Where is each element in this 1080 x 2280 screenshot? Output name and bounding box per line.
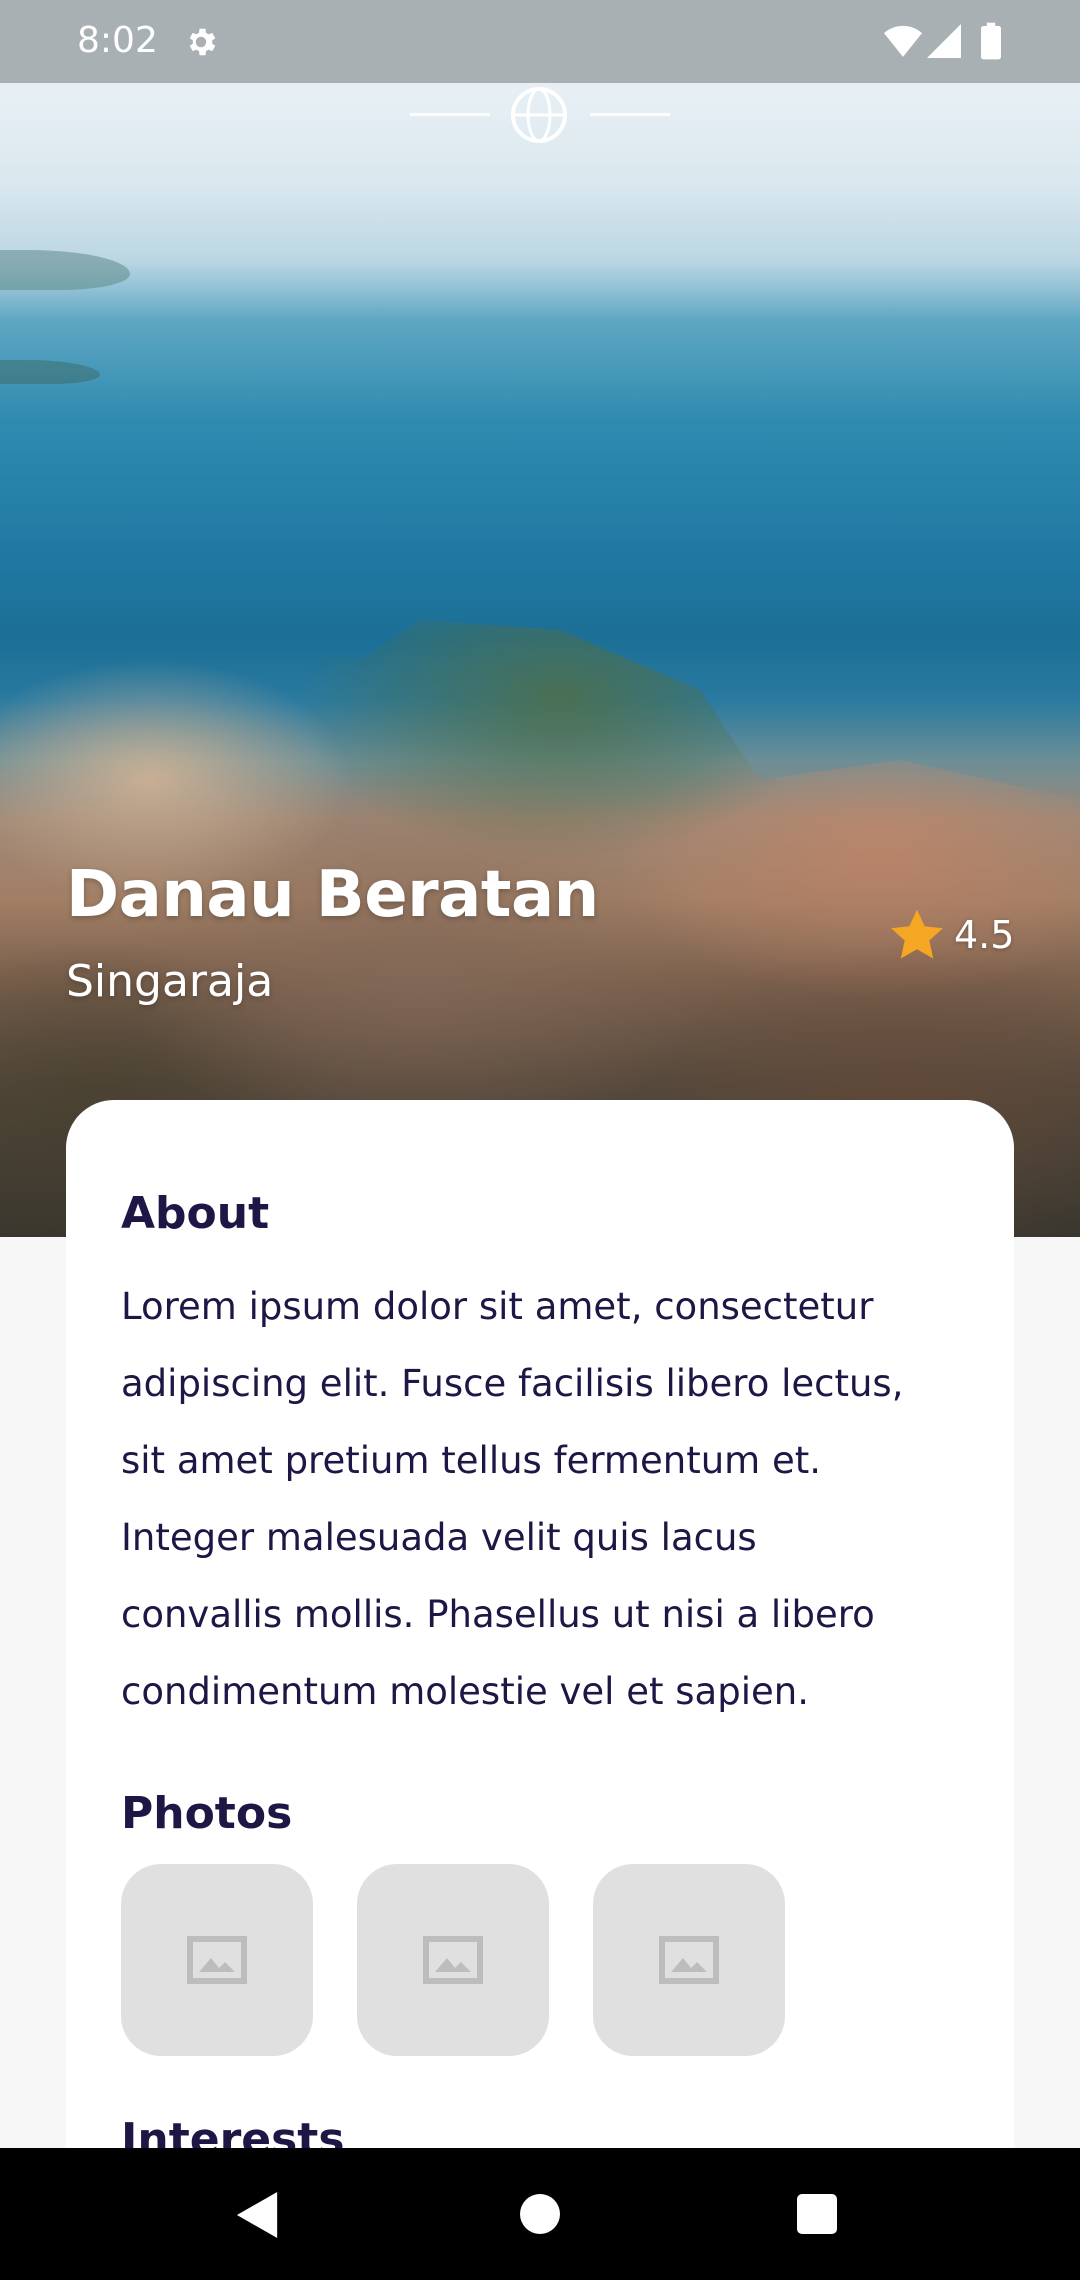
rating-value: 4.5 xyxy=(954,913,1015,957)
wifi-icon xyxy=(884,25,922,57)
star-icon xyxy=(891,909,943,959)
divider-line-right xyxy=(590,113,670,116)
home-icon[interactable] xyxy=(520,2194,560,2234)
image-placeholder-icon xyxy=(187,1936,247,1984)
back-icon[interactable] xyxy=(236,2192,280,2238)
divider-line-left xyxy=(410,113,490,116)
about-heading: About xyxy=(121,1188,270,1239)
photo-list xyxy=(121,1864,785,2056)
place-title: Danau Beratan xyxy=(66,858,599,932)
about-line: convallis mollis. Phasellus ut nisi a li… xyxy=(121,1593,875,1636)
about-line: Lorem ipsum dolor sit amet, consectetur xyxy=(121,1285,874,1328)
navigation-bar xyxy=(0,2148,1080,2280)
settings-gear-icon xyxy=(189,28,216,56)
screen: 8:02 Danau Beratan Singaraja 4.5 About L… xyxy=(0,0,1080,2280)
battery-icon xyxy=(981,22,1001,60)
status-bar: 8:02 xyxy=(0,0,1080,83)
globe-icon xyxy=(511,87,567,143)
image-placeholder-icon xyxy=(659,1936,719,1984)
place-location: Singaraja xyxy=(66,956,274,1007)
photo-thumbnail[interactable] xyxy=(357,1864,549,2056)
cell-signal-icon xyxy=(927,24,961,58)
rating: 4.5 xyxy=(888,906,1014,964)
about-line: condimentum molestie vel et sapien. xyxy=(121,1670,809,1713)
photo-thumbnail[interactable] xyxy=(593,1864,785,2056)
about-text: Lorem ipsum dolor sit amet, consectetur … xyxy=(121,1268,981,1730)
about-line: sit amet pretium tellus fermentum et. xyxy=(121,1439,821,1482)
details-card[interactable]: About Lorem ipsum dolor sit amet, consec… xyxy=(66,1100,1014,2280)
photo-thumbnail[interactable] xyxy=(121,1864,313,2056)
status-time: 8:02 xyxy=(77,20,158,61)
image-placeholder-icon xyxy=(423,1936,483,1984)
about-line: Integer malesuada velit quis lacus xyxy=(121,1516,757,1559)
recents-icon[interactable] xyxy=(797,2194,837,2234)
hero-image xyxy=(0,0,1080,1237)
photos-heading: Photos xyxy=(121,1788,293,1839)
about-line: adipiscing elit. Fusce facilisis libero … xyxy=(121,1362,904,1405)
